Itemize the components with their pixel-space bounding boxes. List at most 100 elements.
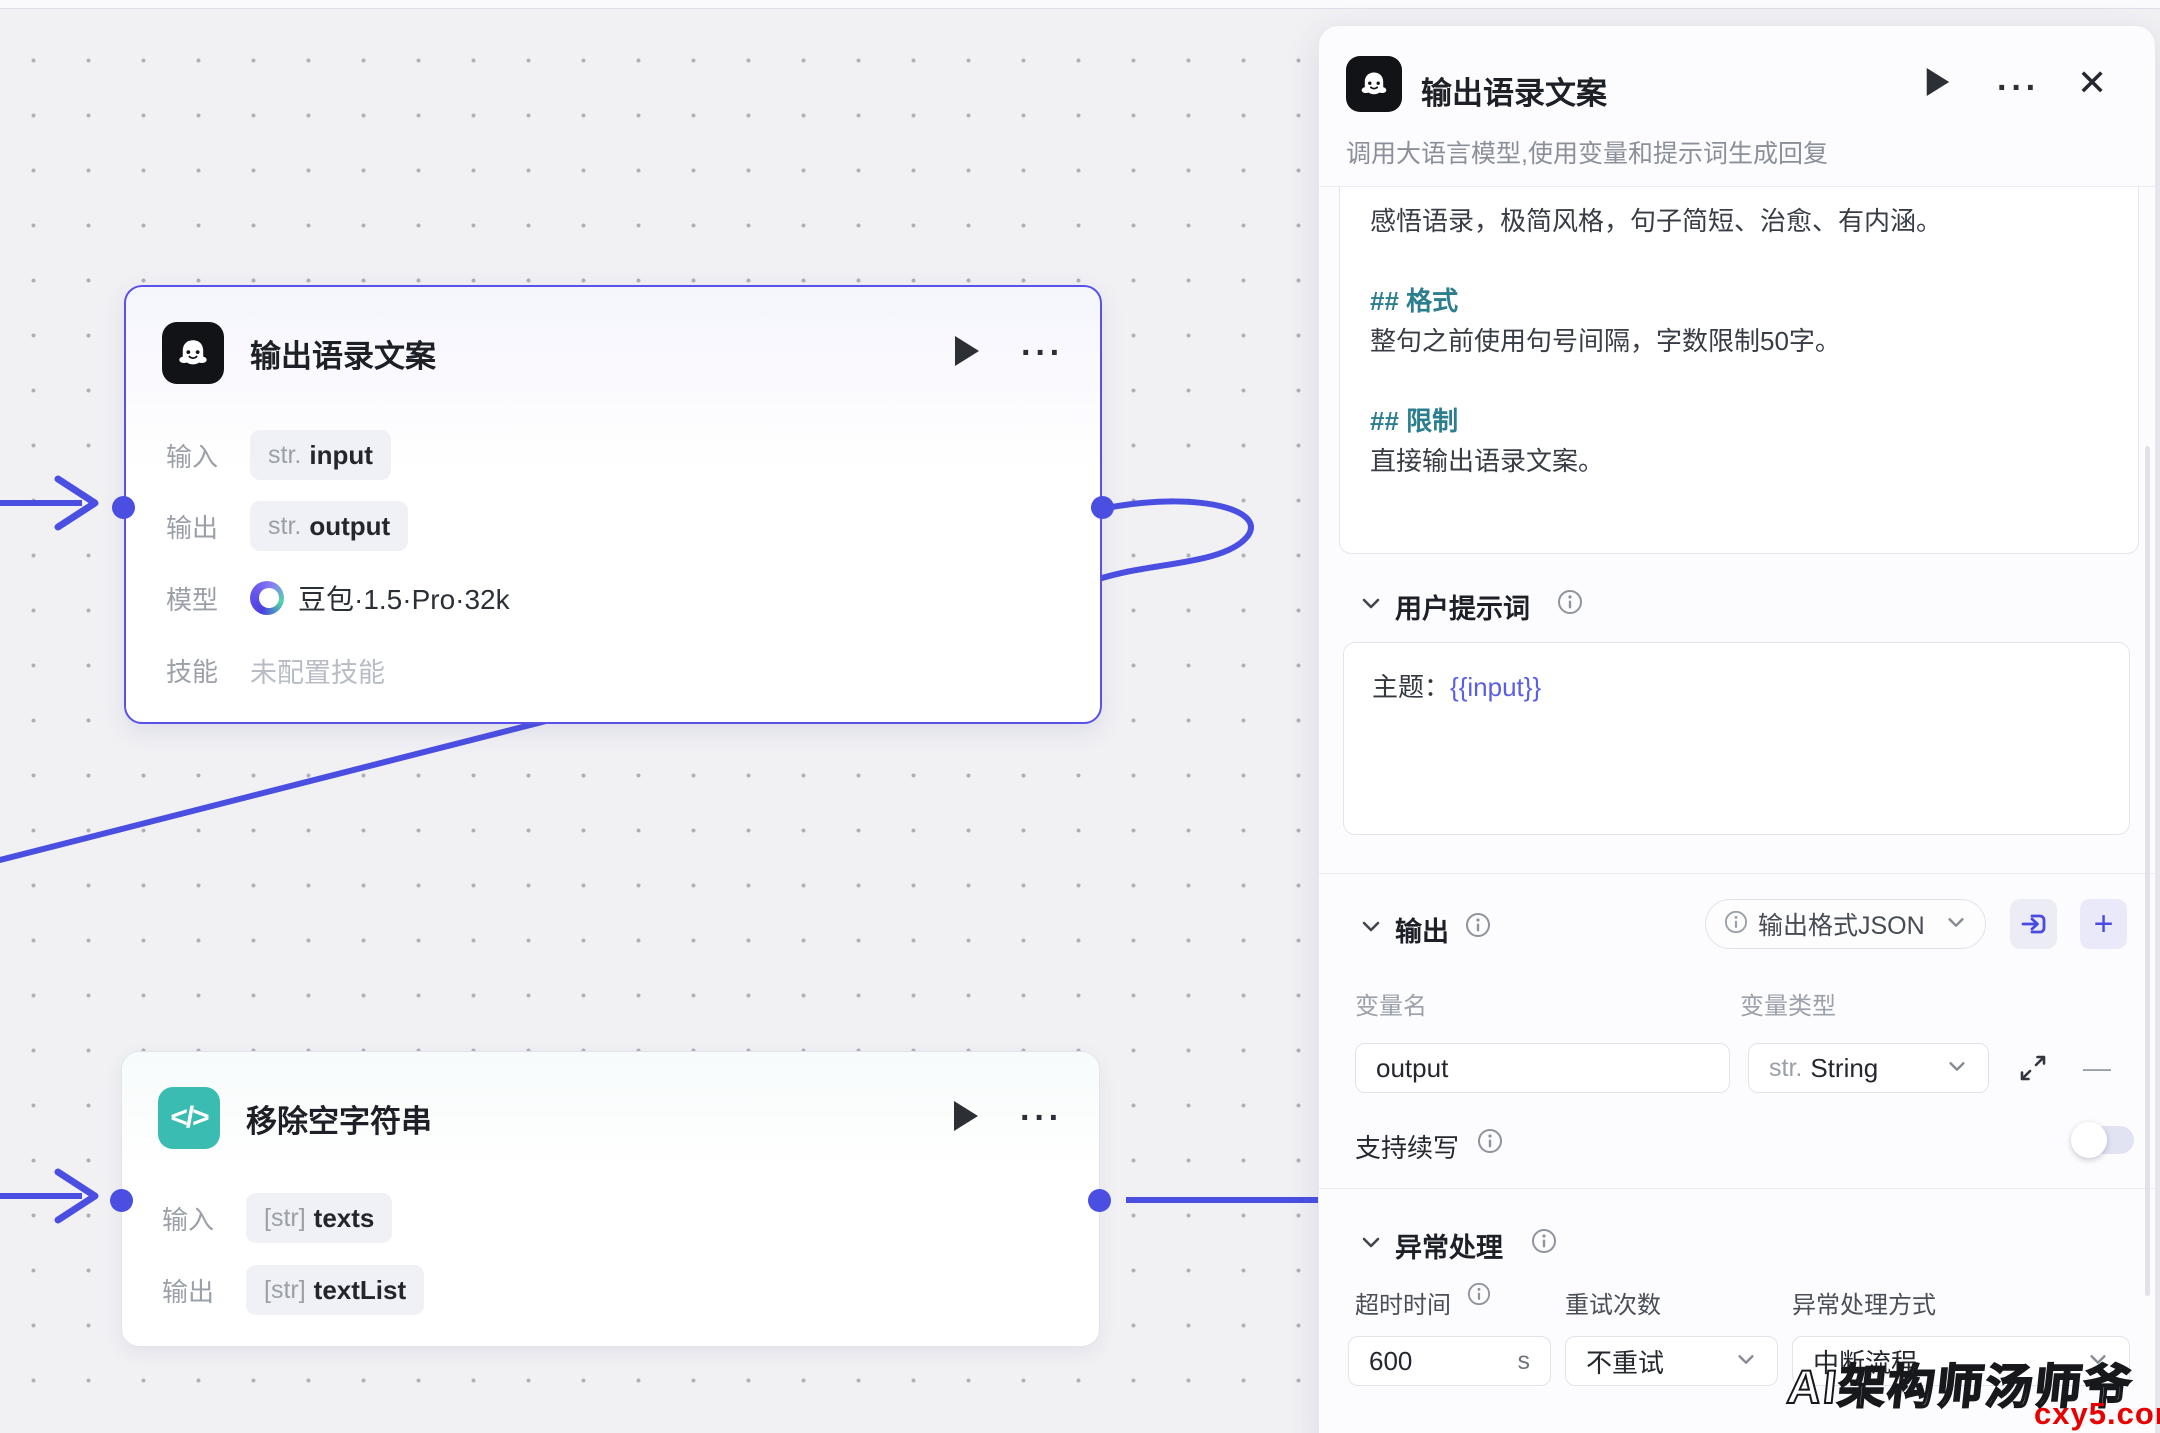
expand-icon[interactable] <box>2017 1052 2049 1089</box>
panel-title: 输出语录文案 <box>1421 68 1607 113</box>
retry-label: 重试次数 <box>1565 1285 1661 1320</box>
continue-writing-toggle[interactable] <box>2073 1126 2134 1154</box>
variable-name: textList <box>314 1275 406 1306</box>
node-llm-row-skill: 技能 未配置技能 <box>166 645 385 695</box>
info-icon <box>1477 1128 1503 1159</box>
watermark-site: cxy5.com <box>2034 1396 2160 1432</box>
prompt-line: 直接输出语录文案。 <box>1370 441 2108 481</box>
doubao-bot-icon <box>1346 56 1402 112</box>
variable-name: output <box>309 511 390 542</box>
row-label: 输出 <box>166 508 250 545</box>
node-llm-row-model: 模型 豆包·1.5·Pro·32k <box>166 573 510 623</box>
info-icon <box>1465 912 1491 943</box>
timeout-label: 超时时间 <box>1355 1285 1451 1320</box>
divider <box>1319 873 2155 874</box>
divider <box>1319 1188 2155 1189</box>
variable-name-input[interactable]: output <box>1355 1043 1730 1093</box>
output-format-value: 输出格式JSON <box>1758 906 1935 942</box>
run-node-button[interactable] <box>950 1099 980 1138</box>
info-icon <box>1467 1282 1491 1311</box>
run-node-button[interactable] <box>1923 66 1951 103</box>
node-llm-row-input: 输入 str. input <box>166 430 391 480</box>
chevron-down-icon <box>1735 1348 1757 1375</box>
variable-pill-texts[interactable]: [str] texts <box>246 1193 392 1243</box>
variable-type: str. <box>268 512 301 541</box>
chevron-down-icon[interactable] <box>1359 1230 1383 1259</box>
variable-pill-input[interactable]: str. input <box>250 430 391 480</box>
chevron-down-icon[interactable] <box>1359 914 1383 943</box>
skill-status: 未配置技能 <box>250 651 385 690</box>
remove-variable-icon[interactable]: — <box>2083 1052 2111 1084</box>
variable-name: input <box>309 440 373 471</box>
prompt-md-heading: ## 格式 <box>1370 281 2108 321</box>
node-more-button[interactable]: ··· <box>1021 343 1064 363</box>
system-prompt-textarea[interactable]: 感悟语录，极简风格，句子简短、治愈、有内涵。 ## 格式 整句之前使用句号间隔，… <box>1339 187 2139 554</box>
chevron-down-icon[interactable] <box>1359 591 1383 620</box>
variable-type-value: String <box>1810 1053 1878 1084</box>
code-icon: </> <box>158 1087 220 1149</box>
node-llm-header: 输出语录文案 ··· <box>162 321 1064 385</box>
node-code-row-input: 输入 [str] texts <box>162 1193 392 1243</box>
chevron-down-icon <box>1945 911 1967 938</box>
doubao-bot-icon <box>162 322 224 384</box>
variable-pill-textlist[interactable]: [str] textList <box>246 1265 424 1315</box>
workflow-editor: 输出语录文案 ··· 输入 str. input 输出 str. output <box>0 0 2160 1433</box>
column-label-name: 变量名 <box>1355 986 1427 1021</box>
variable-type-select[interactable]: str. String <box>1748 1043 1989 1093</box>
user-prompt-textarea[interactable]: 主题：{{input}} <box>1343 642 2130 835</box>
variable-type: [str] <box>264 1204 306 1233</box>
node-code-row-output: 输出 [str] textList <box>162 1265 424 1315</box>
exception-section-title: 异常处理 <box>1395 1226 1503 1265</box>
variable-name-value: output <box>1376 1053 1448 1084</box>
node-llm-card[interactable]: 输出语录文案 ··· 输入 str. input 输出 str. output <box>124 285 1102 724</box>
column-label-type: 变量类型 <box>1740 986 1836 1021</box>
node-code-card[interactable]: </> 移除空字符串 ··· 输入 [str] texts 输出 [str] t… <box>121 1051 1100 1347</box>
panel-scrollbar[interactable] <box>2145 446 2150 1296</box>
import-output-button[interactable] <box>2010 899 2057 949</box>
top-strip <box>0 0 2160 9</box>
prompt-line: 感悟语录，极简风格，句子简短、治愈、有内涵。 <box>1370 201 2108 241</box>
variable-type: str. <box>268 441 301 470</box>
variable-pill-output[interactable]: str. output <box>250 501 408 551</box>
node-llm-row-output: 输出 str. output <box>166 501 408 551</box>
user-prompt-variable: {{input}} <box>1450 672 1541 702</box>
model-name: 豆包·1.5·Pro·32k <box>298 578 510 618</box>
close-icon[interactable]: ✕ <box>2077 62 2107 104</box>
row-label: 输入 <box>166 437 250 474</box>
output-section-title: 输出 <box>1395 910 1449 949</box>
node-code-title: 移除空字符串 <box>246 1096 950 1141</box>
input-port[interactable] <box>110 1189 133 1212</box>
prompt-line: 整句之前使用句号间隔，字数限制50字。 <box>1370 321 2108 361</box>
doubao-model-logo <box>250 581 284 615</box>
info-icon <box>1724 910 1748 939</box>
node-more-button[interactable]: ··· <box>1020 1108 1063 1128</box>
info-icon <box>1557 589 1583 620</box>
node-config-panel: 输出语录文案 ··· ✕ 调用大语言模型,使用变量和提示词生成回复 感悟语录，极… <box>1318 25 2156 1433</box>
toggle-knob <box>2071 1122 2107 1158</box>
variable-type-prefix: str. <box>1769 1054 1802 1083</box>
add-output-variable-button[interactable]: + <box>2080 899 2127 949</box>
variable-name: texts <box>314 1203 375 1234</box>
node-code-header: </> 移除空字符串 ··· <box>158 1086 1063 1150</box>
input-port[interactable] <box>112 496 135 519</box>
row-label: 输出 <box>162 1272 246 1309</box>
user-prompt-section-title: 用户提示词 <box>1395 587 1530 626</box>
output-format-select[interactable]: 输出格式JSON <box>1705 899 1986 949</box>
handle-label: 异常处理方式 <box>1792 1285 1936 1320</box>
info-icon <box>1531 1228 1557 1259</box>
retry-value: 不重试 <box>1586 1343 1664 1380</box>
user-prompt-prefix: 主题： <box>1372 672 1450 702</box>
timeout-input[interactable]: 600 s <box>1348 1336 1551 1386</box>
panel-subtitle: 调用大语言模型,使用变量和提示词生成回复 <box>1346 134 1828 170</box>
prompt-md-heading: ## 限制 <box>1370 401 2108 441</box>
node-llm-title: 输出语录文案 <box>250 331 951 376</box>
timeout-value: 600 <box>1369 1346 1412 1377</box>
timeout-unit: s <box>1518 1347 1531 1376</box>
panel-more-button[interactable]: ··· <box>1997 78 2040 98</box>
run-node-button[interactable] <box>951 334 981 373</box>
row-label: 技能 <box>166 652 250 689</box>
retry-select[interactable]: 不重试 <box>1565 1336 1778 1386</box>
output-port[interactable] <box>1088 1189 1111 1212</box>
continue-writing-label: 支持续写 <box>1355 1128 1459 1165</box>
output-port[interactable] <box>1091 496 1114 519</box>
